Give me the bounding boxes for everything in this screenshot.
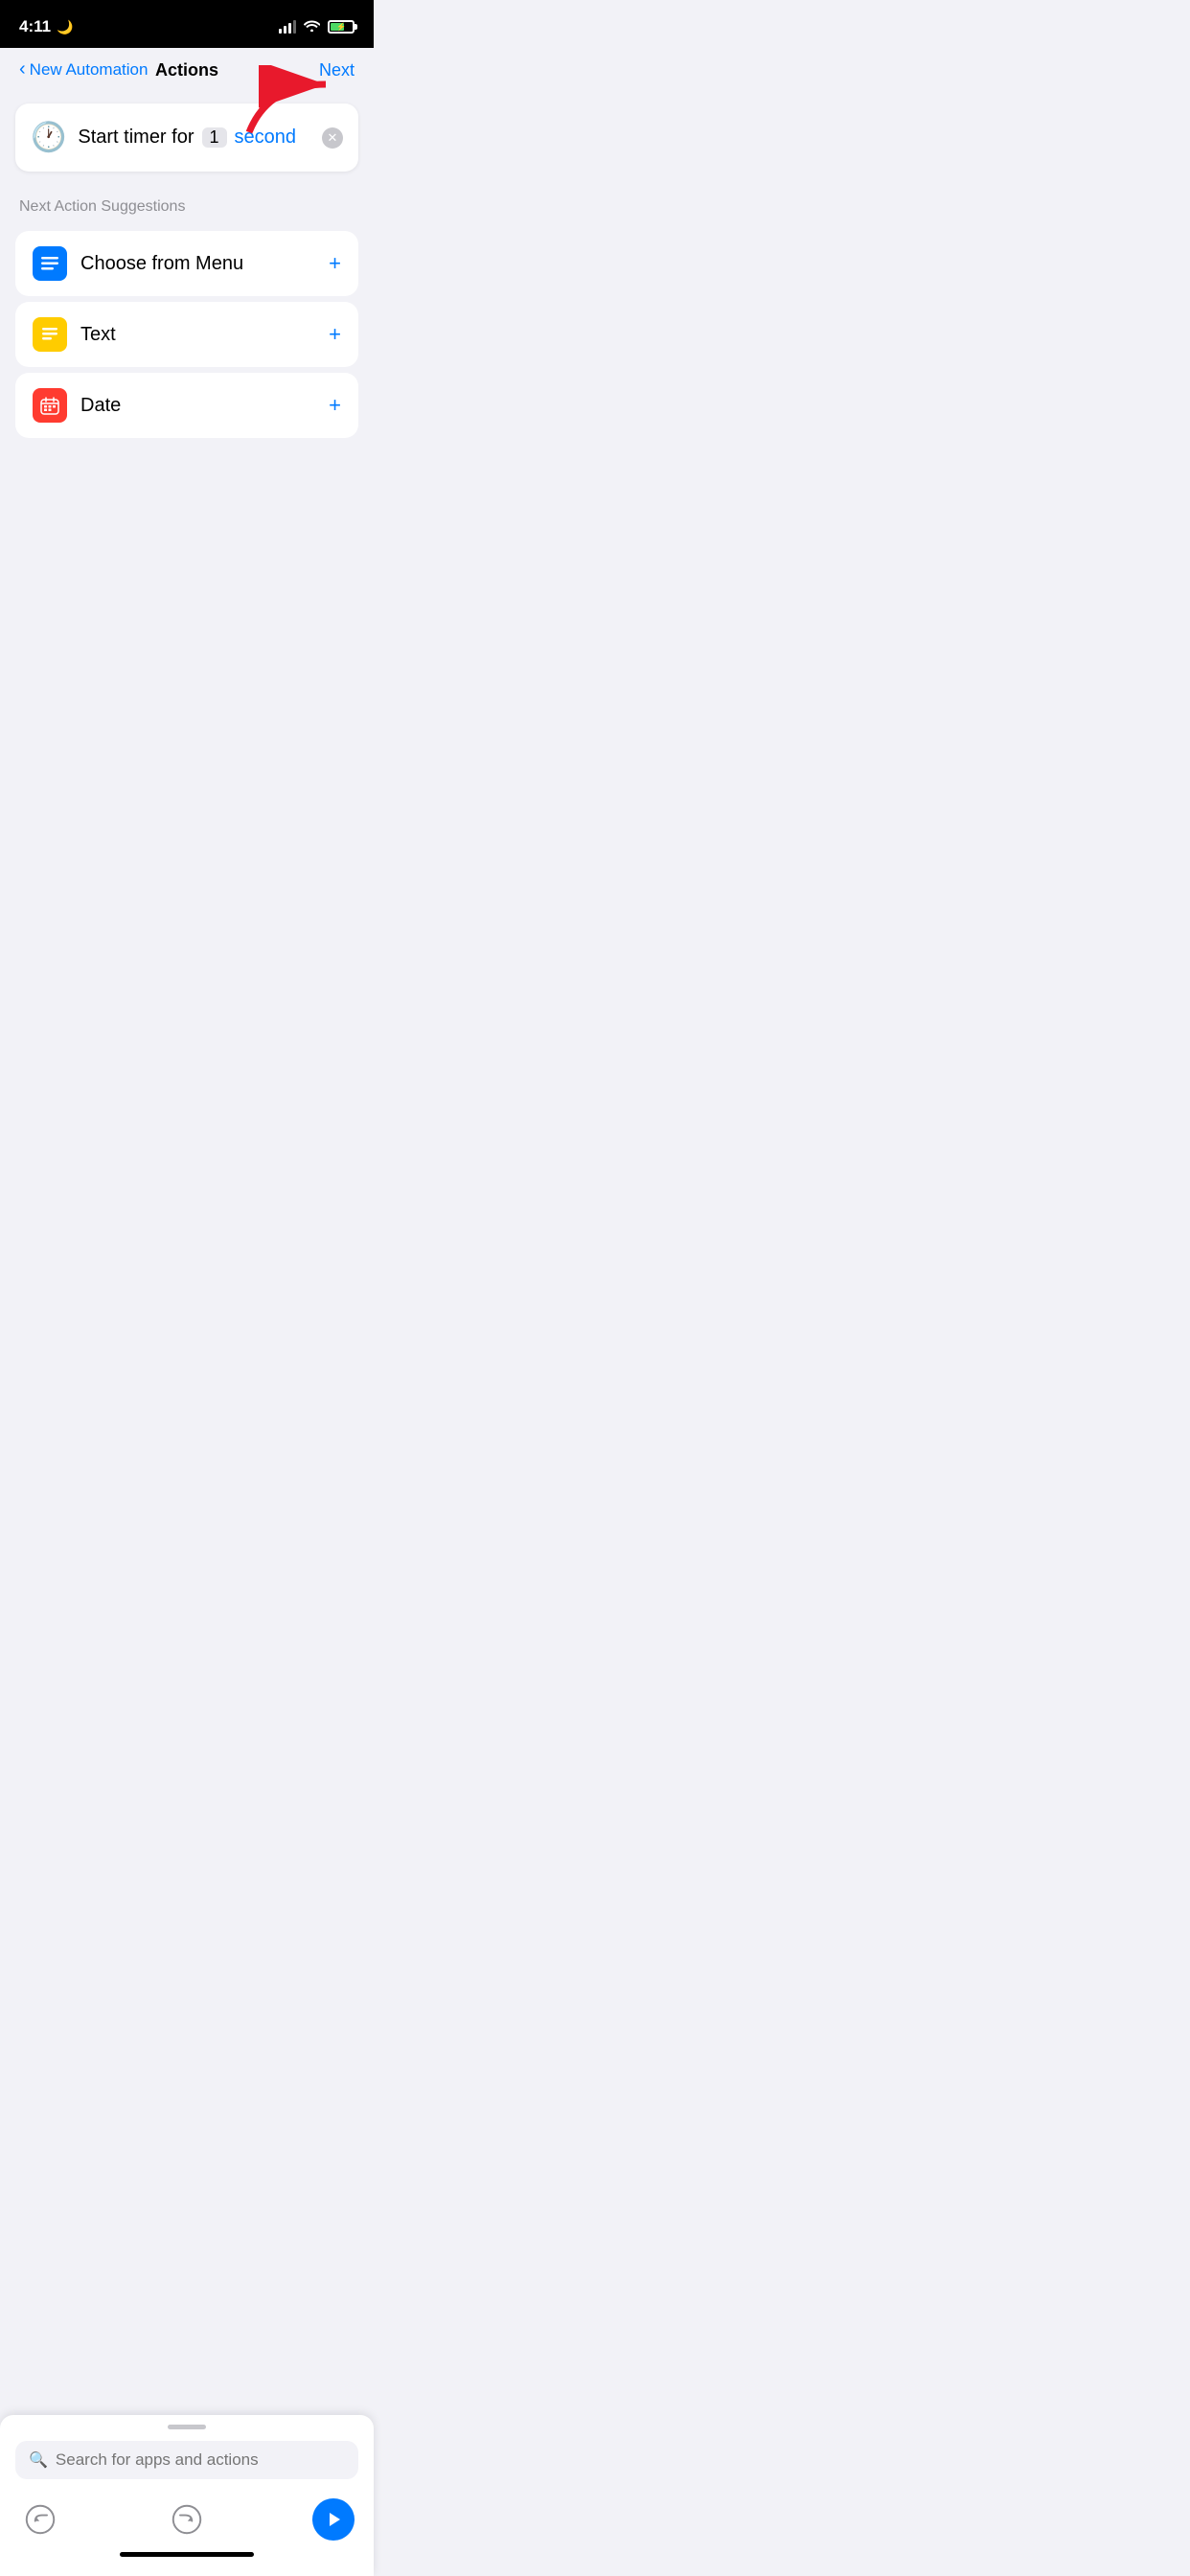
date-icon bbox=[33, 388, 67, 423]
nav-bar: ‹ New Automation Actions Next bbox=[0, 48, 374, 92]
action-card-content: Start timer for 1 second bbox=[78, 126, 310, 149]
home-indicator bbox=[120, 2552, 254, 2557]
back-button[interactable]: ‹ New Automation bbox=[19, 59, 148, 80]
wifi-icon bbox=[304, 19, 320, 34]
choose-from-menu-label: Choose from Menu bbox=[80, 253, 315, 275]
text-label: Text bbox=[80, 324, 315, 346]
bottom-controls bbox=[0, 2491, 374, 2544]
signal-icon bbox=[279, 20, 296, 34]
clock-icon: 🕐 bbox=[31, 121, 66, 154]
status-bar: 4:11 🌙 ⚡ bbox=[0, 0, 374, 48]
suggestion-choose-from-menu[interactable]: Choose from Menu + bbox=[15, 231, 358, 296]
page-title: Actions bbox=[155, 60, 218, 80]
chevron-left-icon: ‹ bbox=[19, 58, 26, 80]
battery-icon: ⚡ bbox=[328, 20, 355, 34]
moon-icon: 🌙 bbox=[57, 19, 73, 35]
action-unit[interactable]: second bbox=[235, 126, 297, 149]
suggestions-header: Next Action Suggestions bbox=[0, 183, 374, 225]
status-time: 4:11 🌙 bbox=[19, 17, 74, 36]
date-add-icon[interactable]: + bbox=[329, 393, 341, 418]
action-number[interactable]: 1 bbox=[202, 127, 227, 148]
undo-button[interactable] bbox=[19, 2498, 61, 2541]
sheet-handle bbox=[168, 2425, 206, 2429]
play-button[interactable] bbox=[312, 2498, 355, 2541]
suggestion-date[interactable]: Date + bbox=[15, 373, 358, 438]
back-label: New Automation bbox=[30, 60, 149, 80]
status-indicators: ⚡ bbox=[279, 19, 355, 34]
text-icon bbox=[33, 317, 67, 352]
search-bar[interactable]: 🔍 bbox=[15, 2441, 358, 2479]
choose-from-menu-icon bbox=[33, 246, 67, 281]
search-icon: 🔍 bbox=[29, 2450, 48, 2470]
next-button[interactable]: Next bbox=[319, 60, 355, 80]
text-add-icon[interactable]: + bbox=[329, 322, 341, 347]
redo-button[interactable] bbox=[166, 2498, 208, 2541]
action-card-label: Start timer for bbox=[78, 126, 194, 149]
action-close-button[interactable]: ✕ bbox=[322, 127, 343, 149]
suggestion-text[interactable]: Text + bbox=[15, 302, 358, 367]
date-label: Date bbox=[80, 395, 315, 417]
action-card: 🕐 Start timer for 1 second ✕ bbox=[15, 104, 358, 172]
choose-from-menu-add-icon[interactable]: + bbox=[329, 251, 341, 276]
bottom-sheet: 🔍 bbox=[0, 2415, 374, 2576]
search-input[interactable] bbox=[56, 2450, 345, 2470]
